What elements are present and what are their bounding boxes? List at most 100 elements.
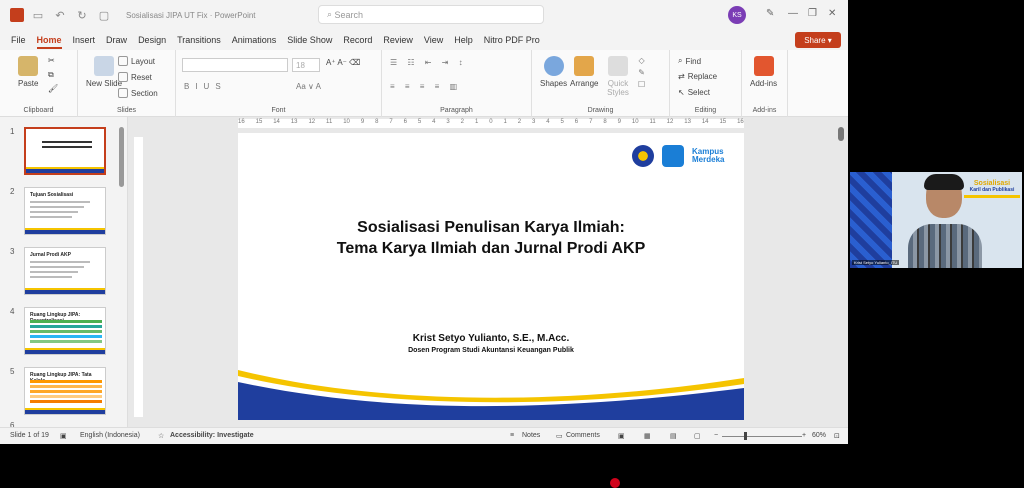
zoom-slider[interactable] [722,436,802,437]
spellcheck-icon[interactable]: ▣ [60,432,67,440]
section-button[interactable]: Section [118,88,158,98]
language-indicator[interactable]: English (Indonesia) [80,432,140,439]
menu-transitions[interactable]: Transitions [177,35,221,45]
menu-view[interactable]: View [424,35,443,45]
slide-author[interactable]: Krist Setyo Yulianto, S.E., M.Acc. [238,333,744,344]
slide-thumbnail[interactable]: Ruang Lingkup JIPA: Tata Kelola [24,367,106,415]
slide-title[interactable]: Sosialisasi Penulisan Karya Ilmiah: Tema… [238,217,744,259]
slide-thumbnail[interactable]: Ruang Lingkup JIPA: Desentralisasi [24,307,106,355]
menu-help[interactable]: Help [454,35,473,45]
undo-icon[interactable]: ↶ [52,7,68,23]
menu-animations[interactable]: Animations [232,35,277,45]
menu-insert[interactable]: Insert [73,35,96,45]
shapes-icon [543,56,564,76]
user-avatar[interactable]: KS [728,6,746,24]
format-painter-icon[interactable]: 🖌 [48,84,58,93]
slide-thumbnail[interactable]: Jurnal Prodi AKP [24,247,106,295]
grow-font-icon[interactable]: A⁺ A⁻ ⌫ [326,58,360,67]
shape-fill-icons[interactable]: ◇ ✎ ☐ [638,56,645,89]
editor-scrollbar[interactable] [838,127,844,141]
reset-button[interactable]: Reset [118,72,152,82]
menu-nitro-pdf-pro[interactable]: Nitro PDF Pro [484,35,540,45]
font-name-dropdown[interactable] [182,58,288,72]
slide-affiliation[interactable]: Dosen Program Studi Akuntansi Keuangan P… [238,347,744,354]
reading-view-icon[interactable]: ▤ [670,432,677,440]
find-button[interactable]: ⌕ Find [678,56,701,66]
slideshow-icon[interactable]: ▢ [694,432,701,440]
shapes-button[interactable]: Shapes [540,56,567,88]
accessibility-icon[interactable]: ☆ [158,432,164,440]
menu-home[interactable]: Home [36,35,62,49]
slide-thumbnail[interactable]: Tujuan Sosialisasi [24,187,106,235]
zoom-level[interactable]: 60% [812,432,826,439]
slide-sorter-icon[interactable]: ▦ [644,432,651,440]
menu-slide-show[interactable]: Slide Show [287,35,332,45]
close-icon[interactable]: ✕ [828,8,836,19]
reset-label: Reset [131,72,152,82]
fit-slide-icon[interactable]: ⊡ [834,432,840,440]
new-slide-button[interactable]: New Slide [86,56,122,88]
slide-editor[interactable]: 16 15 14 13 12 11 10 9 8 7 6 5 4 3 2 1 0 1 2 3 4 5 6 7 8 9 10 11 12 1… [128,117,848,427]
notes-icon[interactable]: ≡ [510,432,514,439]
zoom-out-icon[interactable]: − [714,432,718,439]
cut-icon[interactable]: ✂ [48,56,55,65]
comments-icon[interactable]: ▭ [556,432,563,440]
university-logo-icon [632,145,654,167]
quick-styles-button[interactable]: Quick Styles [604,56,632,97]
search-placeholder: Search [334,9,364,20]
select-button[interactable]: ↖ Select [678,88,710,97]
paste-button[interactable]: Paste [18,56,38,88]
comments-button[interactable]: Comments [566,432,600,439]
ruler-tick: 1 [474,119,479,125]
font-color-icon[interactable]: Aa ∨ A [296,82,321,91]
ruler-tick: 2 [517,119,522,125]
font-group: 18 A⁺ A⁻ ⌫ BIUS Aa ∨ A Font [176,50,382,117]
slide-thumbnail[interactable] [24,127,106,175]
ruler-tick: 8 [603,119,607,125]
layout-button[interactable]: Layout [118,56,155,66]
ruler-tick: 7 [389,119,393,125]
thumbnail-scrollbar[interactable] [119,127,124,187]
accessibility-status[interactable]: Accessibility: Investigate [170,432,254,439]
quick-styles-icon [608,56,628,76]
ruler-tick: 2 [460,119,465,125]
addins-button[interactable]: Add-ins [750,56,777,88]
redo-icon[interactable]: ↻ [74,7,90,23]
ruler-tick: 6 [574,119,579,125]
current-slide[interactable]: Kampus Merdeka Sosialisasi Penulisan Kary… [238,133,744,420]
paste-label: Paste [18,79,39,88]
menu-draw[interactable]: Draw [106,35,127,45]
replace-icon: ⇄ [678,72,685,81]
replace-button[interactable]: ⇄ Replace [678,72,717,81]
zoom-in-icon[interactable]: + [802,432,806,439]
list-icons[interactable]: ☰ ☷ ⇤ ⇥ ↕ [390,58,467,67]
find-icon: ⌕ [678,56,683,65]
bold-italic-underline-icons[interactable]: BIUS [184,82,227,91]
align-icons[interactable]: ≡ ≡ ≡ ≡ ▥ [390,82,461,91]
ruler-tick: 9 [617,119,621,125]
banner-subtitle: Karil dan Publikasi [969,187,1015,193]
slide-thumbnail-pane[interactable]: 1 2 Tujuan Sosialisasi 3 Jurnal Prodi AKP 4 Ru… [0,117,128,430]
share-button[interactable]: Share ▾ [795,32,841,48]
menu-design[interactable]: Design [138,35,166,45]
save-icon[interactable]: ▭ [30,7,46,23]
minimize-icon[interactable]: — [788,8,798,19]
arrange-button[interactable]: Arrange [570,56,598,88]
ruler-tick: 9 [360,119,365,125]
pen-icon[interactable]: ✎ [766,8,774,19]
menu-review[interactable]: Review [383,35,413,45]
layout-icon [118,56,128,66]
search-box[interactable]: ⌕ Search [318,5,544,24]
copy-icon[interactable]: ⧉ [48,70,54,80]
zoom-slider-thumb[interactable] [744,432,747,440]
slide-wave-decoration [238,370,744,420]
restore-icon[interactable]: ❐ [808,8,817,19]
search-icon: ⌕ [327,9,335,19]
font-size-dropdown[interactable]: 18 [292,58,320,72]
normal-view-icon[interactable]: ▣ [618,432,625,440]
present-icon[interactable]: ▢ [96,7,112,23]
menu-file[interactable]: File [11,35,26,45]
menu-record[interactable]: Record [343,35,372,45]
notes-button[interactable]: Notes [522,432,540,439]
menu-bar: File Home Insert Draw Design Transitions Anima… [0,30,848,50]
